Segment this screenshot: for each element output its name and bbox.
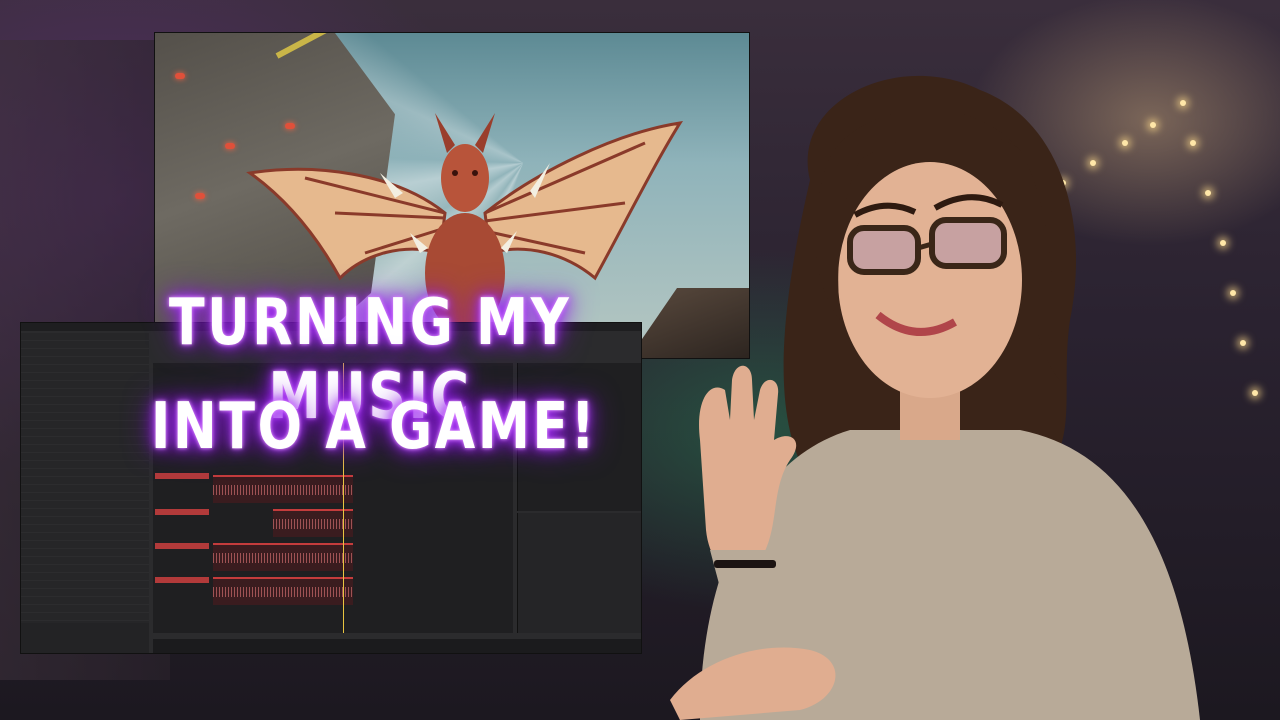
headline-line-2: INTO A GAME! (150, 390, 598, 464)
transport-bar (153, 639, 641, 653)
track-label (155, 509, 209, 515)
track-label (155, 577, 209, 583)
track-label (155, 473, 209, 479)
person-waving (670, 75, 1200, 720)
music-track (213, 543, 353, 571)
music-track (213, 577, 353, 605)
music-track (273, 509, 353, 537)
meter-panel (517, 513, 641, 633)
music-track (213, 475, 353, 503)
contextual-help-panel (21, 623, 149, 653)
track-label (155, 543, 209, 549)
